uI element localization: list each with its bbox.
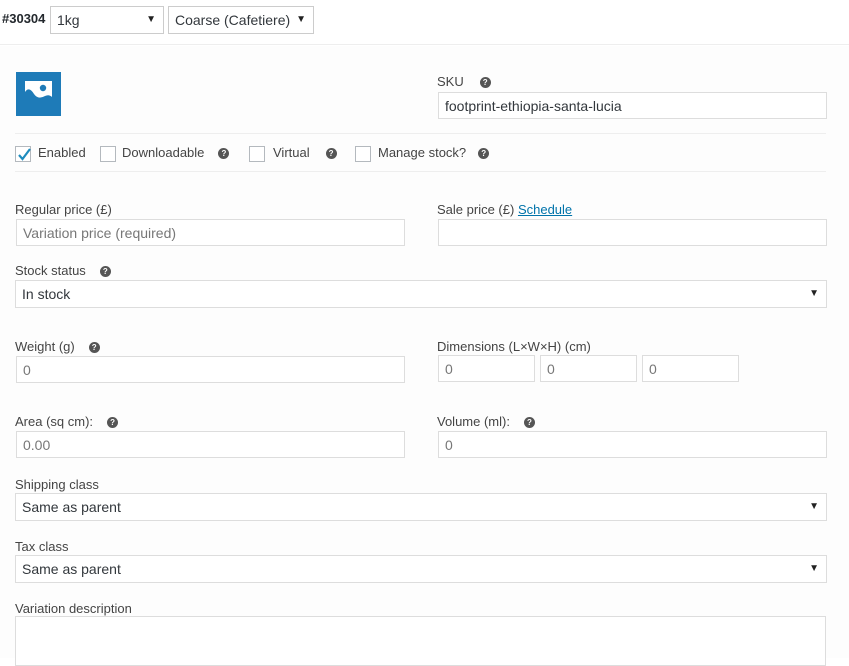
regular-price-label: Regular price (£) xyxy=(15,202,112,217)
stock-status-value: In stock xyxy=(22,286,71,302)
schedule-link[interactable]: Schedule xyxy=(518,202,572,217)
grind-attribute-value: Coarse (Cafetiere) xyxy=(175,12,291,28)
help-icon[interactable]: ? xyxy=(325,148,337,159)
help-icon[interactable]: ? xyxy=(479,77,491,88)
manage-stock-label: Manage stock?? xyxy=(378,145,490,160)
help-icon[interactable]: ? xyxy=(107,417,119,428)
enabled-checkbox[interactable] xyxy=(15,146,31,162)
weight-label: Weight (g)? xyxy=(15,339,100,354)
sale-price-label-text: Sale price (£) xyxy=(437,202,515,217)
virtual-label-text: Virtual xyxy=(273,145,310,160)
tax-class-label: Tax class xyxy=(15,539,69,554)
downloadable-checkbox[interactable] xyxy=(100,146,116,162)
image-placeholder-icon xyxy=(19,75,58,113)
variation-body: SKU? footprint-ethiopia-santa-lucia Enab… xyxy=(0,46,849,666)
sku-input[interactable]: footprint-ethiopia-santa-lucia xyxy=(438,92,827,119)
virtual-label: Virtual? xyxy=(273,145,337,160)
weight-attribute-value: 1kg xyxy=(57,12,80,28)
chevron-down-icon: ▼ xyxy=(809,563,819,574)
sale-price-label: Sale price (£) Schedule xyxy=(437,202,572,217)
virtual-checkbox[interactable] xyxy=(249,146,265,162)
height-placeholder: 0 xyxy=(649,361,657,377)
regular-price-input[interactable]: Variation price (required) xyxy=(16,219,405,246)
weight-attribute-select[interactable]: 1kg ▼ xyxy=(50,6,164,34)
variation-description-label: Variation description xyxy=(15,601,132,616)
stock-status-label-text: Stock status xyxy=(15,263,86,278)
width-placeholder: 0 xyxy=(547,361,555,377)
sku-label-text: SKU xyxy=(437,74,464,89)
volume-label: Volume (ml):? xyxy=(437,414,535,429)
downloadable-label: Downloadable? xyxy=(122,145,230,160)
stock-status-select[interactable]: In stock ▼ xyxy=(15,280,827,308)
sku-value: footprint-ethiopia-santa-lucia xyxy=(445,98,622,114)
divider xyxy=(15,171,826,172)
variation-image-button[interactable] xyxy=(16,72,61,116)
help-icon[interactable]: ? xyxy=(218,148,230,159)
help-icon[interactable]: ? xyxy=(523,417,535,428)
shipping-class-select[interactable]: Same as parent ▼ xyxy=(15,493,827,521)
help-icon[interactable]: ? xyxy=(88,342,100,353)
tax-class-value: Same as parent xyxy=(22,561,121,577)
volume-placeholder: 0 xyxy=(445,437,453,453)
dimensions-label: Dimensions (L×W×H) (cm) xyxy=(437,339,591,354)
area-input[interactable]: 0.00 xyxy=(16,431,405,458)
variation-description-textarea[interactable] xyxy=(15,616,826,666)
weight-placeholder: 0 xyxy=(23,362,31,378)
length-input[interactable]: 0 xyxy=(438,355,535,382)
divider xyxy=(15,133,826,134)
sku-label: SKU? xyxy=(437,74,491,89)
grind-attribute-select[interactable]: Coarse (Cafetiere) ▼ xyxy=(168,6,314,34)
checkmark-icon xyxy=(18,148,31,161)
help-icon[interactable]: ? xyxy=(478,148,490,159)
manage-stock-label-text: Manage stock? xyxy=(378,145,467,160)
stock-status-label: Stock status? xyxy=(15,263,111,278)
area-label: Area (sq cm):? xyxy=(15,414,119,429)
height-input[interactable]: 0 xyxy=(642,355,739,382)
length-placeholder: 0 xyxy=(445,361,453,377)
variation-id: #30304 xyxy=(2,11,46,26)
shipping-class-value: Same as parent xyxy=(22,499,121,515)
variation-header: #30304 1kg ▼ Coarse (Cafetiere) ▼ xyxy=(0,0,849,45)
weight-label-text: Weight (g) xyxy=(15,339,75,354)
weight-input[interactable]: 0 xyxy=(16,356,405,383)
area-label-text: Area (sq cm): xyxy=(15,414,94,429)
width-input[interactable]: 0 xyxy=(540,355,637,382)
downloadable-label-text: Downloadable xyxy=(122,145,205,160)
chevron-down-icon: ▼ xyxy=(296,14,306,25)
volume-input[interactable]: 0 xyxy=(438,431,827,458)
enabled-label: Enabled xyxy=(38,145,86,160)
help-icon[interactable]: ? xyxy=(99,266,111,277)
volume-label-text: Volume (ml): xyxy=(437,414,510,429)
sale-price-input[interactable] xyxy=(438,219,827,246)
chevron-down-icon: ▼ xyxy=(809,288,819,299)
manage-stock-checkbox[interactable] xyxy=(355,146,371,162)
tax-class-select[interactable]: Same as parent ▼ xyxy=(15,555,827,583)
area-placeholder: 0.00 xyxy=(23,437,51,453)
regular-price-placeholder: Variation price (required) xyxy=(23,225,177,241)
shipping-class-label: Shipping class xyxy=(15,477,99,492)
chevron-down-icon: ▼ xyxy=(809,501,819,512)
chevron-down-icon: ▼ xyxy=(146,14,156,25)
